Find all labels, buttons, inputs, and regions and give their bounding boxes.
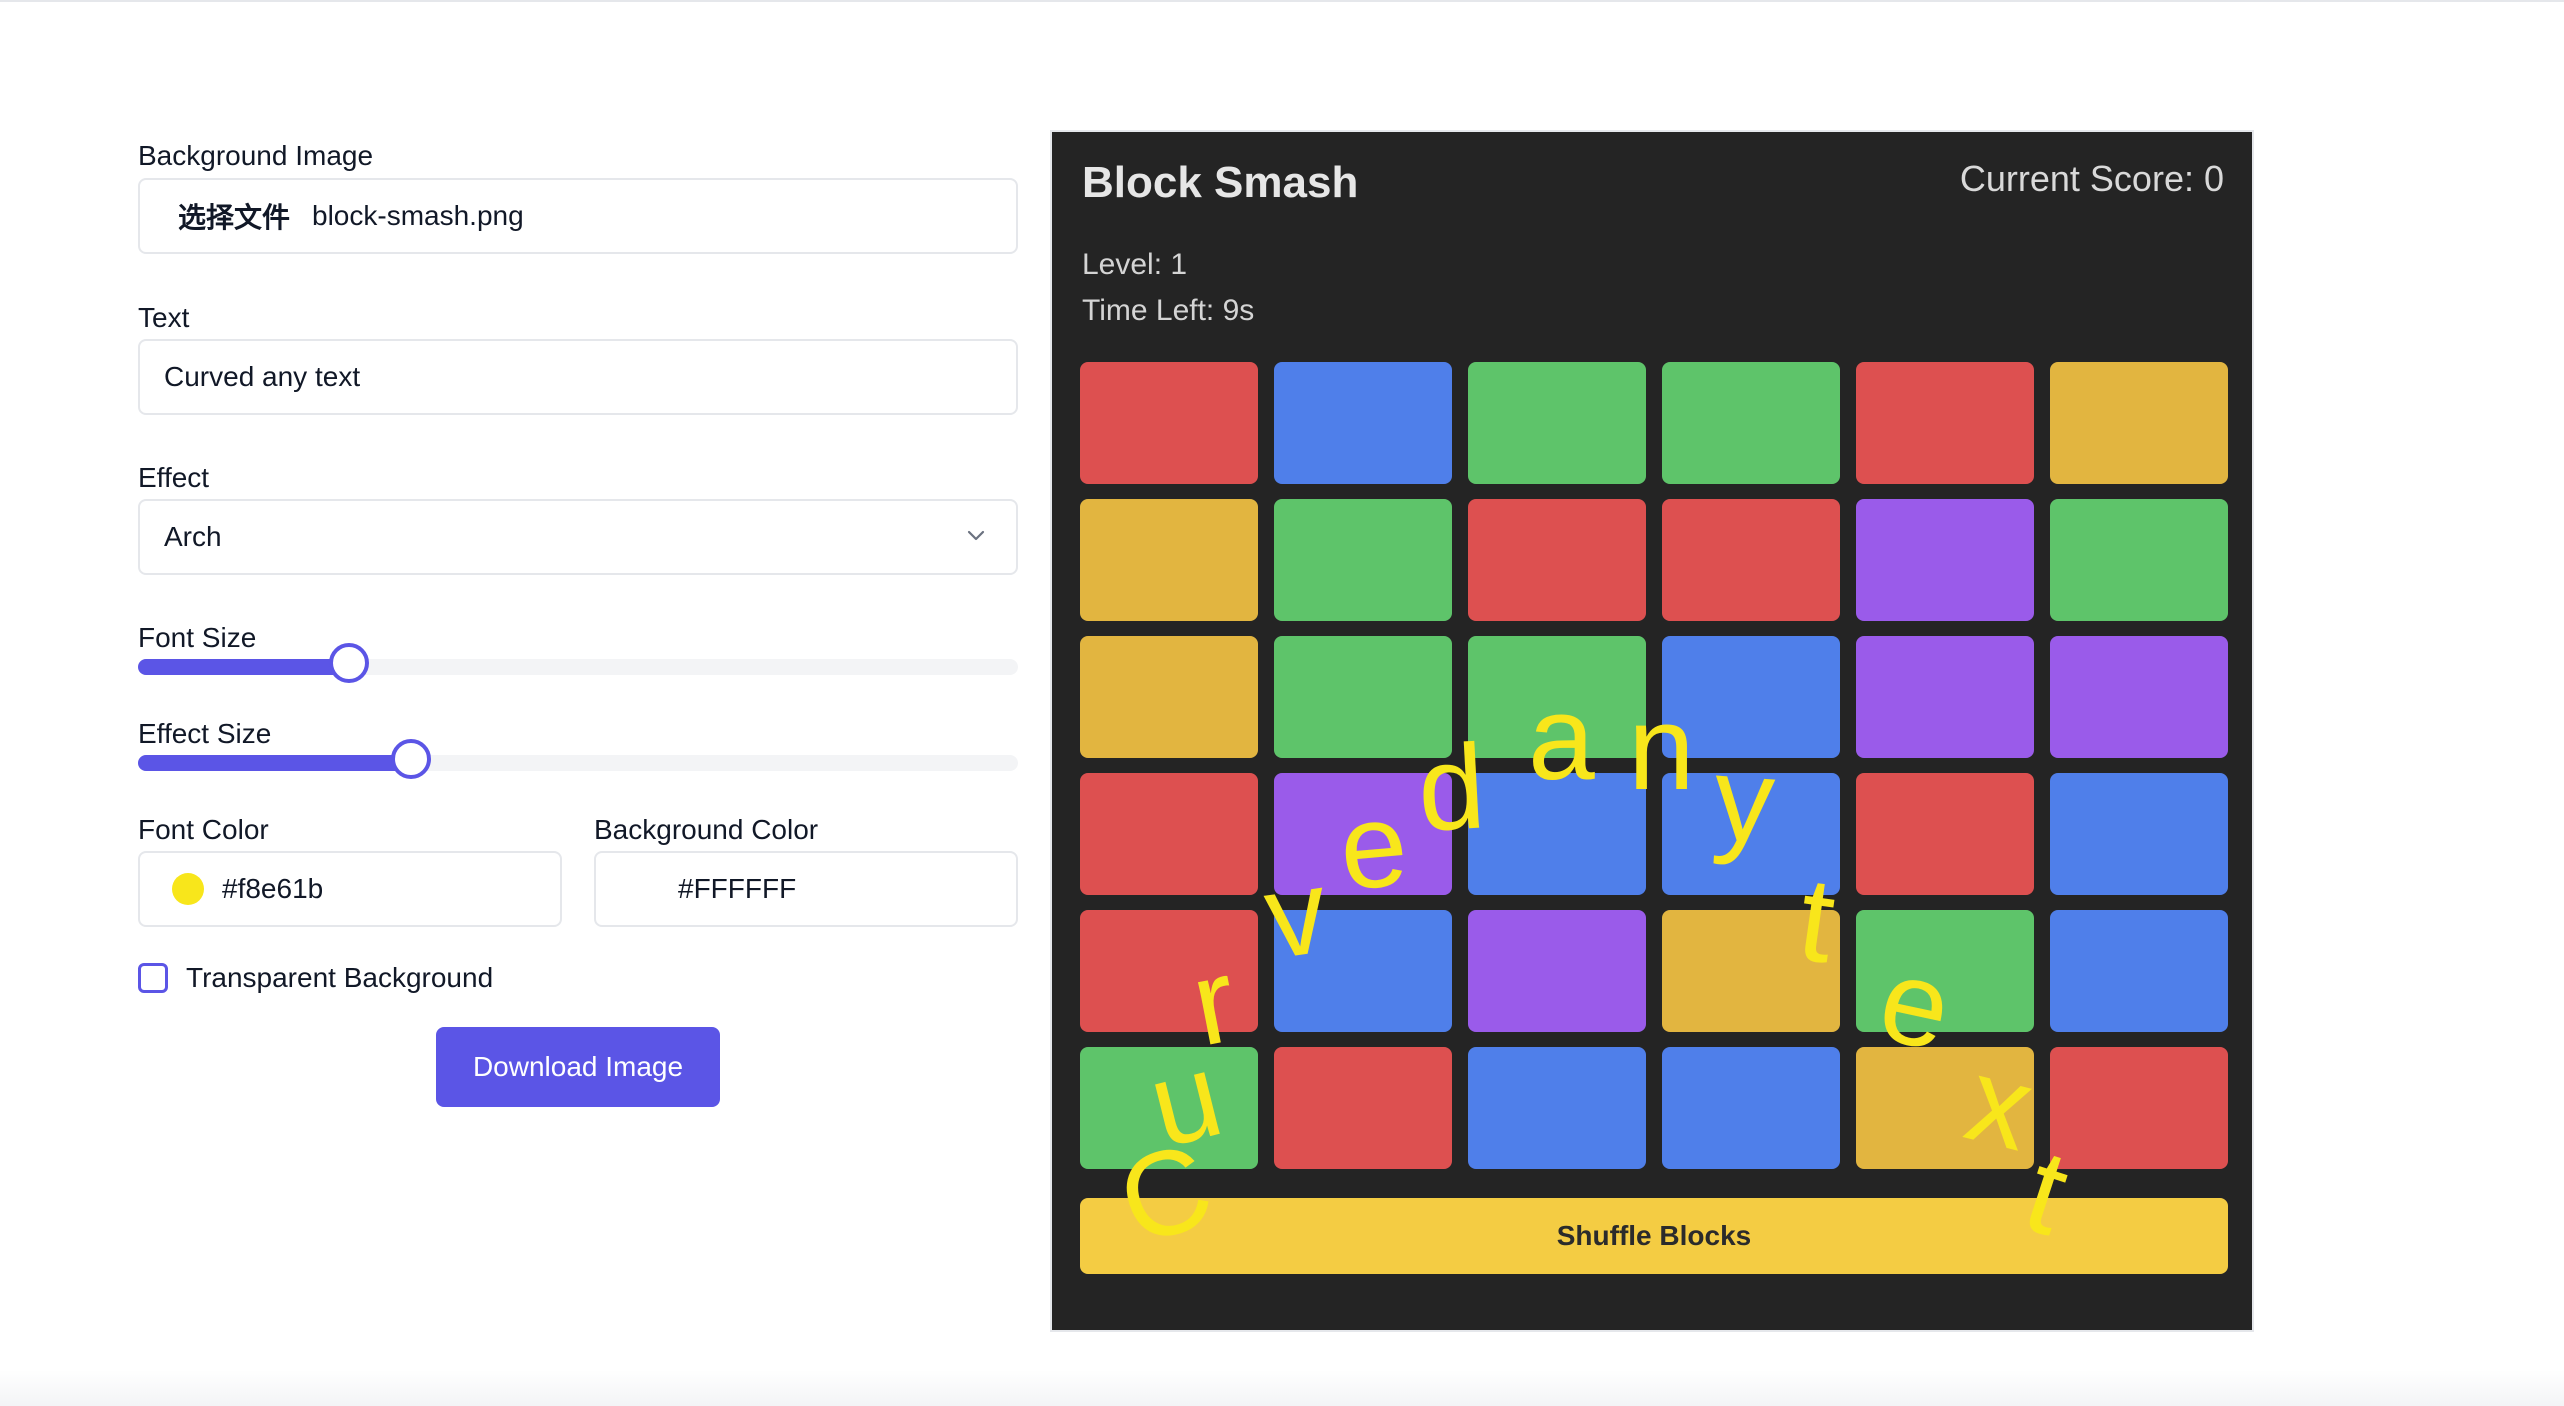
- block-r5-c1: [1080, 910, 1258, 1032]
- window-top-border: [0, 0, 2564, 2]
- effect-selected-value: Arch: [164, 521, 222, 552]
- block-r3-c1: [1080, 636, 1258, 758]
- block-r4-c5: [1856, 773, 2034, 895]
- current-score: Current Score: 0: [1959, 158, 2224, 199]
- font-color-input[interactable]: #f8e61b: [138, 851, 562, 927]
- selected-file-name: block-smash.png: [312, 200, 524, 231]
- block-r4-c1: [1080, 773, 1258, 895]
- font-color-label: Font Color: [138, 814, 269, 845]
- transparent-background-checkbox[interactable]: [138, 963, 168, 993]
- page-bottom-edge: [0, 1370, 2564, 1406]
- block-r1-c2: [1274, 362, 1452, 484]
- block-r5-c4: [1662, 910, 1840, 1032]
- effect-size-slider-thumb[interactable]: [390, 739, 431, 779]
- background-image-file-input[interactable]: 选择文件 block-smash.png: [138, 178, 1018, 254]
- block-r3-c4: [1662, 636, 1840, 758]
- background-color-input[interactable]: #FFFFFF: [594, 851, 1018, 927]
- game-title: Block Smash: [1082, 158, 1359, 207]
- effect-select[interactable]: Arch: [138, 499, 1018, 575]
- block-r4-c4: [1662, 773, 1840, 895]
- block-r2-c4: [1662, 499, 1840, 621]
- text-input[interactable]: Curved any text: [138, 339, 1018, 415]
- block-r2-c1: [1080, 499, 1258, 621]
- background-color-value: #FFFFFF: [678, 873, 797, 904]
- font-color-swatch[interactable]: [172, 873, 204, 905]
- block-r2-c5: [1856, 499, 2034, 621]
- text-input-value: Curved any text: [164, 361, 361, 392]
- background-color-label: Background Color: [594, 814, 819, 845]
- background-image-label: Background Image: [138, 140, 374, 171]
- text-label: Text: [138, 302, 190, 333]
- block-r2-c2: [1274, 499, 1452, 621]
- block-r1-c4: [1662, 362, 1840, 484]
- block-r6-c2: [1274, 1047, 1452, 1169]
- block-r4-c3: [1468, 773, 1646, 895]
- background-color-swatch[interactable]: [628, 873, 660, 905]
- block-r4-c6: [2050, 773, 2228, 895]
- preview-canvas: Block Smash Current Score: 0 Level: 1 Ti…: [1050, 130, 2254, 1332]
- chevron-down-icon: [967, 530, 985, 541]
- block-r1-c5: [1856, 362, 2034, 484]
- font-size-label: Font Size: [138, 622, 257, 653]
- font-size-slider-thumb[interactable]: [329, 643, 370, 683]
- effect-label: Effect: [138, 462, 210, 493]
- block-r2-c6: [2050, 499, 2228, 621]
- download-image-button[interactable]: Download Image: [436, 1027, 720, 1107]
- font-color-value: #f8e61b: [222, 873, 324, 904]
- block-grid: [1080, 362, 2228, 1192]
- effect-size-slider[interactable]: [138, 739, 1018, 779]
- font-size-slider-fill: [138, 659, 350, 675]
- block-r2-c3: [1468, 499, 1646, 621]
- block-r1-c6: [2050, 362, 2228, 484]
- block-r3-c5: [1856, 636, 2034, 758]
- block-r6-c4: [1662, 1047, 1840, 1169]
- effect-size-slider-fill: [138, 755, 411, 771]
- time-left: Time Left: 9s: [1082, 294, 1255, 327]
- effect-size-label: Effect Size: [138, 718, 272, 749]
- shuffle-blocks-button: Shuffle Blocks: [1080, 1198, 2228, 1274]
- choose-file-button[interactable]: 选择文件: [178, 196, 290, 236]
- block-r1-c1: [1080, 362, 1258, 484]
- block-r6-c3: [1468, 1047, 1646, 1169]
- block-r5-c6: [2050, 910, 2228, 1032]
- block-r5-c3: [1468, 910, 1646, 1032]
- block-r5-c2: [1274, 910, 1452, 1032]
- block-r3-c2: [1274, 636, 1452, 758]
- level-indicator: Level: 1: [1082, 248, 1188, 281]
- block-r6-c5: [1856, 1047, 2034, 1169]
- block-r5-c5: [1856, 910, 2034, 1032]
- transparent-background-label: Transparent Background: [186, 962, 494, 993]
- block-r3-c3: [1468, 636, 1646, 758]
- block-r4-c2: [1274, 773, 1452, 895]
- block-r3-c6: [2050, 636, 2228, 758]
- font-size-slider[interactable]: [138, 643, 1018, 683]
- block-r6-c6: [2050, 1047, 2228, 1169]
- block-r6-c1: [1080, 1047, 1258, 1169]
- block-r1-c3: [1468, 362, 1646, 484]
